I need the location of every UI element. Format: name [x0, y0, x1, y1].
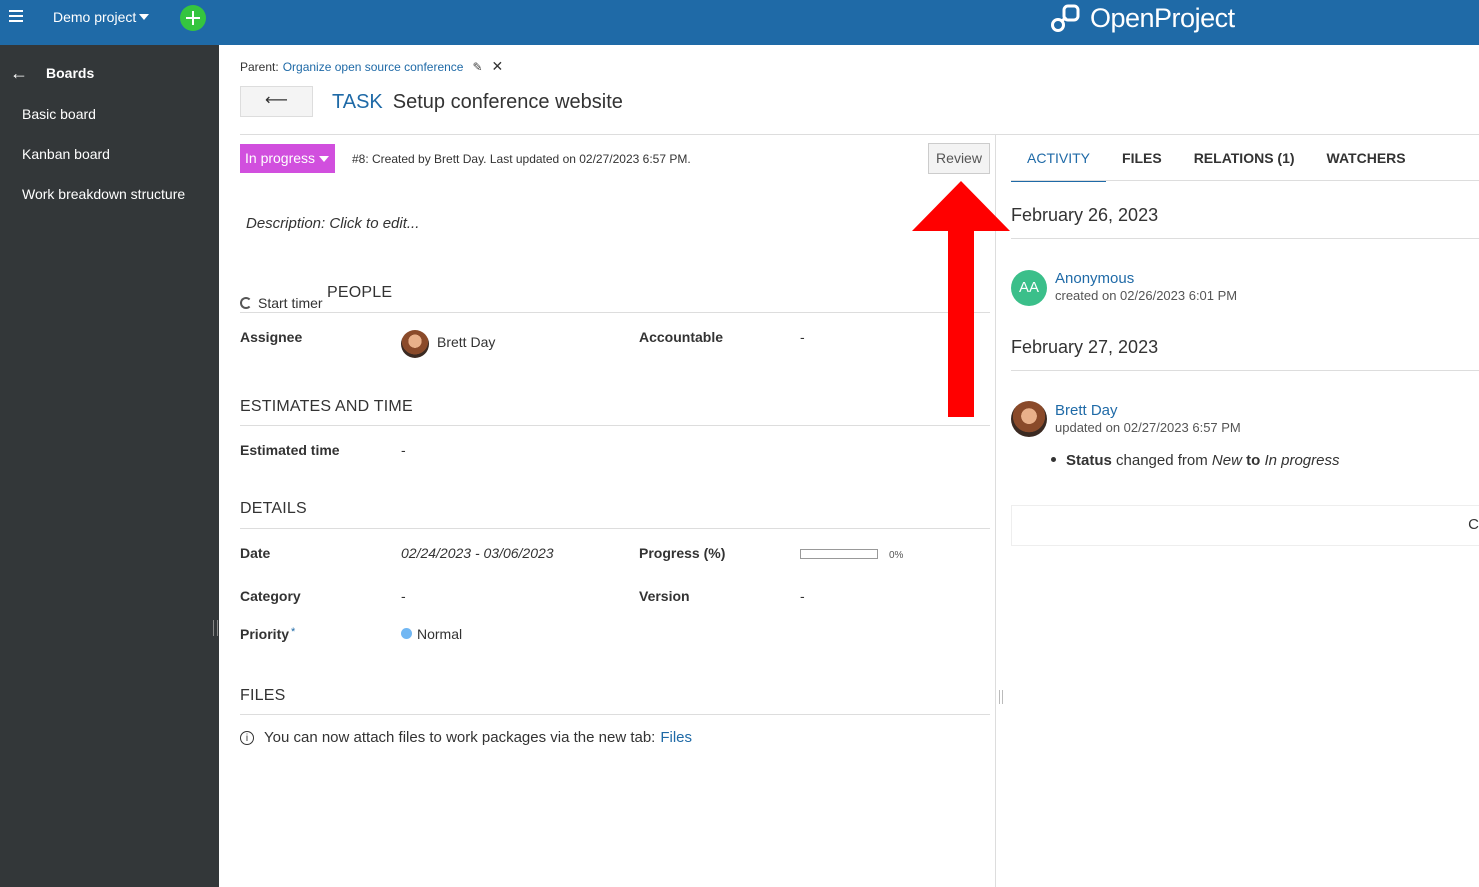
logo-text: OpenProject [1090, 2, 1235, 33]
start-timer-label: Start timer [258, 295, 323, 311]
close-icon[interactable]: ✕ [492, 58, 504, 75]
comment-placeholder: C [1468, 516, 1479, 533]
description-field[interactable]: Description: Click to edit... [246, 215, 419, 232]
boards-label: Boards [46, 65, 95, 81]
wp-meta: #8: Created by Brett Day. Last updated o… [352, 152, 691, 166]
start-timer-button[interactable]: Start timer [240, 295, 323, 311]
avatar [401, 330, 429, 358]
sidebar-item-kanban-board[interactable]: Kanban board [22, 146, 110, 162]
section-title-estimates: ESTIMATES AND TIME [240, 398, 413, 415]
section-divider [240, 312, 990, 313]
files-tab-link[interactable]: Files [660, 729, 692, 746]
priority-label: Priority * [240, 626, 295, 642]
wp-subject[interactable]: Setup conference website [393, 91, 623, 113]
activity-tabs: ACTIVITY FILES RELATIONS (1) WATCHERS [1011, 149, 1422, 182]
parent-line: Parent: Organize open source conference … [240, 58, 503, 75]
review-button[interactable]: Review [928, 143, 990, 174]
divider [240, 134, 1479, 135]
activity-date-heading: February 27, 2023 [1011, 337, 1159, 357]
priority-color-dot [401, 628, 412, 639]
sidebar-item-basic-board[interactable]: Basic board [22, 106, 96, 122]
progress-bar[interactable] [800, 549, 878, 559]
activity-timestamp: updated on 02/27/2023 6:57 PM [1055, 420, 1241, 435]
section-title-people: PEOPLE [327, 284, 393, 301]
category-label: Category [240, 588, 301, 604]
hamburger-menu-icon[interactable] [9, 10, 23, 22]
main-content: Parent: Organize open source conference … [219, 45, 1479, 887]
activity-timestamp: created on 02/26/2023 6:01 PM [1055, 288, 1238, 303]
date-label: Date [240, 545, 271, 561]
caret-down-icon [319, 156, 329, 162]
sidebar-item-work-breakdown[interactable]: Work breakdown structure [22, 186, 185, 202]
category-value[interactable]: - [401, 588, 406, 604]
arrow-left-icon: ← [10, 62, 28, 83]
accountable-label: Accountable [639, 329, 724, 345]
section-divider [240, 528, 990, 529]
version-value[interactable]: - [800, 588, 805, 604]
tab-relations[interactable]: RELATIONS (1) [1178, 149, 1311, 180]
version-label: Version [639, 588, 690, 604]
boards-back-link[interactable]: ← Boards [10, 63, 94, 83]
status-dropdown[interactable]: In progress [240, 144, 335, 173]
change-to-word: to [1246, 452, 1261, 469]
change-to: In progress [1264, 452, 1340, 469]
change-verb: changed from [1116, 452, 1208, 469]
files-info-text: You can now attach files to work package… [264, 729, 656, 746]
avatar [1011, 401, 1047, 437]
section-divider [240, 714, 990, 715]
date-divider [1011, 370, 1479, 371]
tab-files[interactable]: FILES [1106, 149, 1178, 180]
date-divider [1011, 238, 1479, 239]
parent-label: Parent: [240, 59, 279, 74]
date-value[interactable]: 02/24/2023 - 03/06/2023 [401, 545, 554, 561]
timer-icon [240, 297, 252, 309]
section-title-details: DETAILS [240, 500, 307, 517]
estimated-time-value[interactable]: - [401, 442, 406, 458]
activity-change-detail: Status changed from New to In progress [1051, 452, 1340, 469]
assignee-label: Assignee [240, 329, 303, 345]
avatar: AA [1011, 270, 1047, 306]
tabs-divider [1011, 180, 1479, 181]
progress-text: 0% [889, 550, 904, 561]
project-selector[interactable]: Demo project [53, 9, 150, 25]
change-from: New [1211, 452, 1242, 469]
add-plus-button[interactable] [180, 5, 206, 31]
status-label: In progress [245, 150, 316, 166]
accountable-value[interactable]: - [800, 329, 805, 345]
comment-input[interactable]: C [1011, 505, 1479, 546]
priority-label-text: Priority [240, 626, 290, 642]
activity-date-heading: February 26, 2023 [1011, 205, 1159, 225]
red-arrow-annotation-icon [912, 181, 1010, 417]
openproject-logo[interactable]: OpenProject [1050, 2, 1235, 34]
info-icon: i [240, 731, 254, 745]
caret-down-icon [139, 14, 150, 20]
openproject-logo-icon [1051, 4, 1080, 32]
activity-user-link[interactable]: Anonymous [1055, 270, 1134, 287]
back-button[interactable]: ⟵ [240, 86, 313, 117]
bullet-icon [1051, 457, 1056, 462]
files-info: You can now attach files to work package… [264, 729, 692, 746]
activity-user-link[interactable]: Brett Day [1055, 402, 1118, 419]
arrow-left-icon: ⟵ [265, 92, 288, 109]
progress-label: Progress (%) [639, 545, 726, 561]
parent-link[interactable]: Organize open source conference [283, 60, 464, 74]
tab-activity[interactable]: ACTIVITY [1011, 149, 1107, 182]
priority-value[interactable]: Normal [417, 626, 462, 642]
sidebar-resize-handle[interactable] [213, 620, 218, 636]
assignee-value[interactable]: Brett Day [437, 334, 495, 350]
pane-resize-handle[interactable] [999, 690, 1003, 704]
project-name: Demo project [53, 9, 137, 25]
estimated-time-label: Estimated time [240, 442, 340, 458]
sidebar: ← Boards Basic board Kanban board Work b… [0, 45, 219, 887]
section-title-files: FILES [240, 687, 286, 704]
required-marker: * [291, 626, 296, 638]
pencil-icon[interactable]: ✎ [472, 60, 482, 74]
tab-watchers[interactable]: WATCHERS [1311, 149, 1422, 180]
section-divider [240, 425, 990, 426]
page-title: TASK Setup conference website [332, 91, 623, 114]
wp-type: TASK [332, 91, 383, 113]
top-bar: Demo project OpenProject [0, 0, 1479, 45]
change-field: Status [1066, 452, 1112, 469]
